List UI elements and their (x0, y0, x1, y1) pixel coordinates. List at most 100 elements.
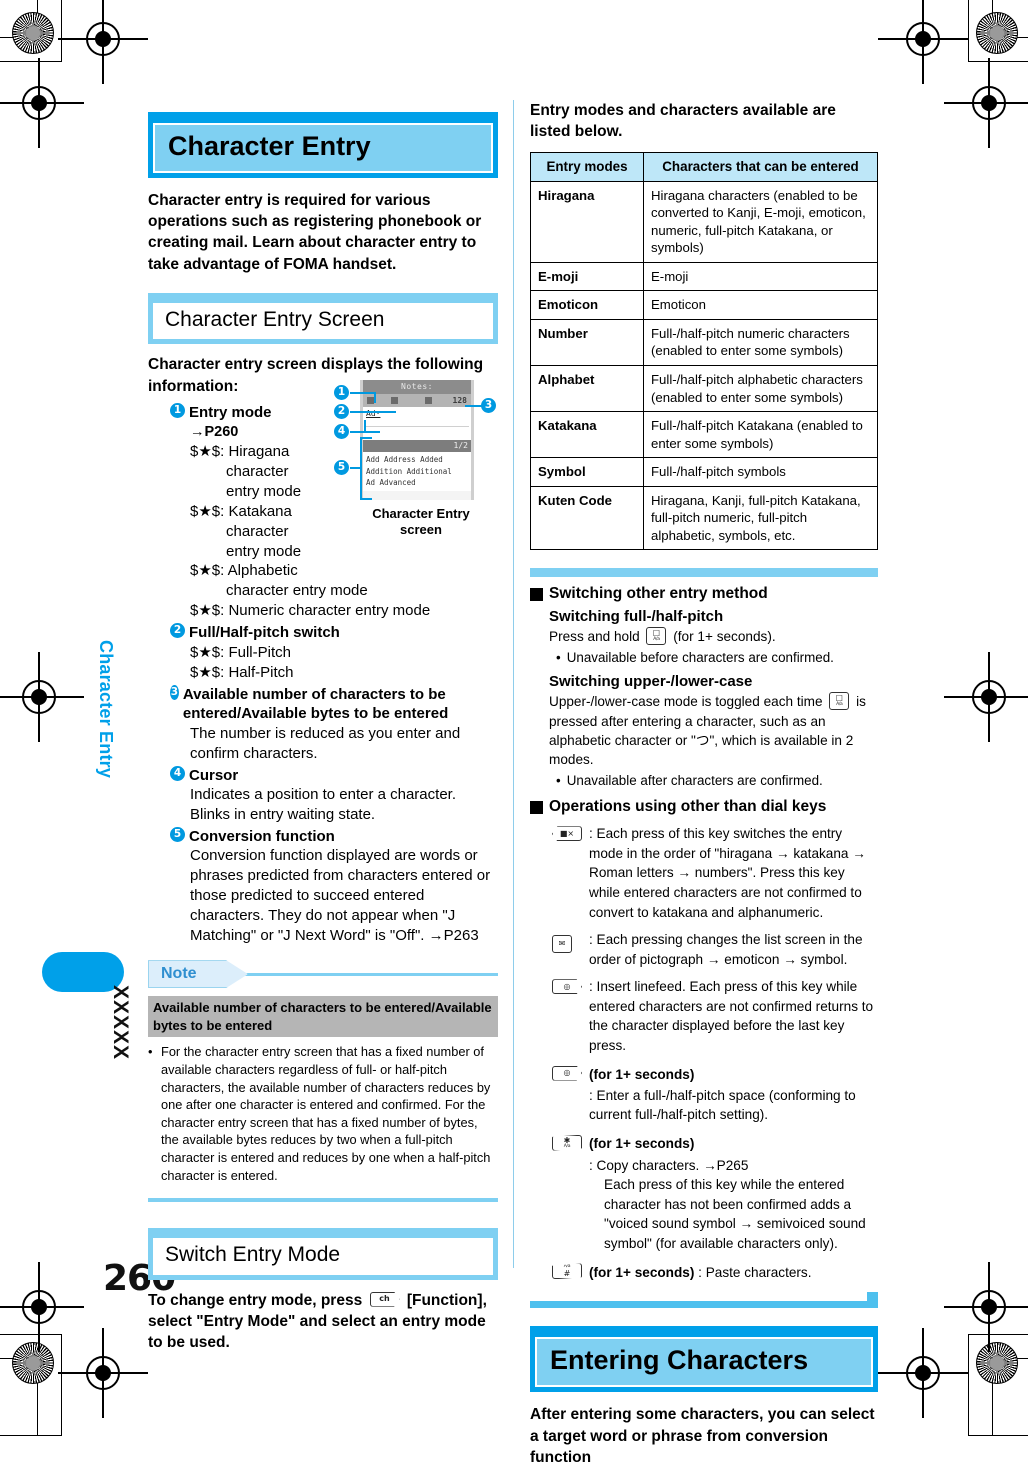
chapter-title-banner-2: Entering Characters (530, 1326, 878, 1393)
table-row: Symbol Full-/half-pitch symbols (530, 457, 878, 487)
table-cell-desc: Emoticon (643, 290, 878, 320)
starburst-tl (12, 12, 54, 54)
callout-number-2: 2 (170, 623, 185, 639)
table-cell-desc: Hiragana, Kanji, full-pitch Katakana, fu… (643, 485, 878, 551)
operation-text-tail: : Paste characters. (698, 1265, 812, 1281)
figure-caption-line2: screen (400, 521, 442, 537)
table-row: Emoticon Emoticon (530, 290, 878, 320)
operation-row: ✉ : Each pressing changes the list scree… (552, 930, 878, 969)
table-cell-desc: E-moji (643, 261, 878, 292)
sub-heading-full-half: Switching full-/half-pitch (549, 608, 724, 626)
table-header-row: Entry modes Characters that can be enter… (530, 151, 878, 182)
item-title: Cursor (189, 766, 239, 784)
section-header-switch-entry-mode: Switch Entry Mode (148, 1228, 498, 1280)
operation-bold-label: (for 1+ seconds) (589, 1136, 695, 1152)
conversion-page-label: 1/2 (453, 441, 468, 450)
callout-number-4: 4 (170, 765, 185, 781)
callout-leader-1 (350, 392, 376, 394)
table-cell-mode: Kuten Code (530, 485, 644, 551)
table-cell-mode: Hiragana (530, 180, 644, 263)
conversion-list: Add Address Added Addition Additional Ad… (363, 452, 471, 491)
table-row: E-moji E-moji (530, 261, 878, 292)
conversion-row: Ad Advanced (366, 478, 416, 488)
callout-leader-4b (364, 420, 366, 432)
star-key-hold-icon: ✱ A/a (552, 1134, 582, 1151)
bullet-item: • Unavailable before characters are conf… (556, 649, 878, 668)
figure-callout-3: 3 (481, 398, 496, 413)
mail-key-icon: ✉ (552, 935, 572, 954)
item-title: Available number of characters to be ent… (182, 685, 449, 723)
screenshot-titlebar: Notes: (363, 380, 471, 394)
character-entry-screen-figure: Notes: 128 Ad· 1/2 Add Address Added Add… (360, 380, 482, 537)
subsection-heading-text: Operations using other than dial keys (549, 798, 827, 816)
operation-text: : Copy characters. →P265 (589, 1157, 749, 1173)
operation-text-2: Each press of this key while the entered… (604, 1177, 866, 1251)
table-row: Alphabet Full-/half-pitch alphabetic char… (530, 364, 878, 413)
square-bullet-icon (530, 801, 543, 815)
entry-modes-table: Entry modes Characters that can be enter… (530, 151, 878, 551)
table-row: Kuten Code Hiragana, Kanji, full-pitch Ka… (530, 485, 878, 551)
starburst-bl (12, 1342, 54, 1384)
section-rule (148, 1198, 498, 1203)
figure-callout-1: 1 (334, 385, 349, 400)
blue-divider-bar (530, 568, 878, 578)
function-key-icon: ch (369, 1291, 400, 1307)
byte-count-label: 128 (452, 396, 467, 405)
note-bullet-text: For the character entry screen that has … (161, 1044, 491, 1183)
figure-callout-4: 4 (334, 424, 349, 439)
item-line: $★$: Full-Pitch (190, 643, 291, 661)
chapter2-lead-paragraph: After entering some characters, you can … (530, 1406, 875, 1466)
clear-key-hold-icon: ◎ (552, 1065, 582, 1081)
operation-row: ◎ (for 1+ seconds) (552, 1064, 878, 1086)
bullet-item: • Unavailable after characters are confi… (556, 772, 878, 791)
item-title: Conversion function (189, 827, 335, 845)
chapter-title: Character Entry (153, 123, 493, 173)
list-item: 4 Cursor (170, 765, 498, 786)
note-subheading: Available number of characters to be ent… (148, 996, 498, 1038)
operation-bold-label: (for 1+ seconds) (589, 1066, 695, 1082)
note-tag-label: Note (161, 965, 197, 983)
callout-leader-5d (360, 498, 372, 500)
callout-number-1: 1 (170, 403, 185, 419)
right-column: Entry modes and characters available are… (530, 100, 878, 1468)
case-toggle-key-icon: ☐ A/a (829, 692, 850, 711)
section2-paragraph: To change entry mode, press ch [Function… (148, 1290, 498, 1354)
table-row: Katakana Full-/half-pitch Katakana (enabl… (530, 411, 878, 459)
edit-divider (365, 426, 469, 427)
section-end-bar (530, 1292, 878, 1309)
item-line: entry mode (226, 542, 302, 560)
table-header-cell: Entry modes (530, 151, 644, 182)
sub-paragraph-full-half: Press and hold ☐ A/a (for 1+ seconds). (549, 627, 878, 646)
table-cell-mode: Emoticon (530, 290, 644, 320)
callout-number-5: 5 (170, 826, 185, 842)
operation-row: ◎ : Insert linefeed. Each press of this … (552, 977, 878, 1055)
item-body: Conversion function displayed are words … (190, 847, 491, 945)
item-line: $★$: Alphabetic (190, 562, 298, 580)
bullet-text: Unavailable before characters are confir… (566, 649, 834, 665)
callout-leader-1b (374, 392, 376, 403)
left-column: Character Entry Character entry is requi… (148, 112, 498, 1354)
conversion-row: Addition Additional (366, 466, 452, 476)
text-b: (for 1+ seconds). (673, 629, 776, 645)
sidebar-chapter-label: Character Entry (96, 640, 116, 779)
key-icon-column: ◎ (552, 977, 584, 1055)
starburst-tr (976, 12, 1018, 54)
subsection-heading-switching: Switching other entry method (530, 585, 878, 603)
clear-key-icon: ◎ (552, 979, 582, 995)
bullet-icon: • (556, 649, 561, 665)
clear-mode-key-icon: ☐ A/a (646, 627, 667, 646)
operation-bold-label: (for 1+ seconds) (589, 1265, 695, 1281)
section-title: Switch Entry Mode (152, 1237, 494, 1276)
section-title: Character Entry Screen (152, 302, 494, 341)
table-cell-desc: Full-/half-pitch Katakana (enabled to en… (643, 411, 878, 459)
chapter-title-2: Entering Characters (535, 1337, 873, 1388)
item-line: character entry mode (226, 582, 368, 600)
key-icon-column: ✉ (552, 930, 584, 969)
bullet-icon: • (148, 1044, 153, 1060)
figure-callout-2: 2 (334, 404, 349, 419)
sub-heading-upper-lower: Switching upper-/lower-case (549, 673, 753, 691)
table-cell-desc: Hiragana characters (enabled to be conve… (643, 180, 878, 263)
item-line: $★$: Half-Pitch (190, 663, 294, 681)
list-item: 2 Full/Half-pitch switch (170, 623, 498, 643)
mode-switch-key-icon: ■× (552, 826, 582, 842)
